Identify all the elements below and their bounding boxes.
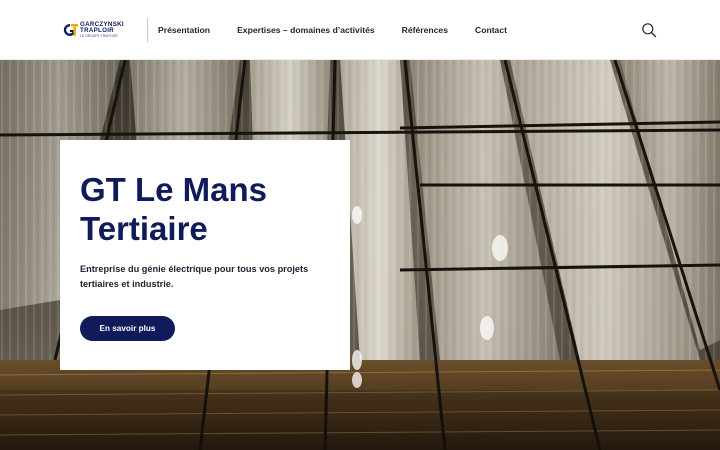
nav-item-presentation[interactable]: Présentation [158,25,210,35]
nav-item-contact[interactable]: Contact [475,25,507,35]
logo-text: GARCZYNSKI TRAPLOIR LE GROUPE TRAPLOIR [80,21,124,39]
search-icon[interactable] [641,22,657,38]
learn-more-button[interactable]: En savoir plus [80,316,175,341]
header-divider [147,18,148,42]
gt-logo-icon [63,23,78,36]
hero-description: Entreprise du génie électrique pour tous… [80,264,309,289]
hero-card: GT Le Mans Tertiaire Entreprise du génie… [60,140,350,370]
site-logo[interactable]: GARCZYNSKI TRAPLOIR LE GROUPE TRAPLOIR [62,20,134,40]
main-nav: Présentation Expertises – domaines d’act… [158,0,507,60]
logo-tagline: LE GROUPE TRAPLOIR [80,34,118,38]
site-header: GARCZYNSKI TRAPLOIR LE GROUPE TRAPLOIR P… [0,0,720,60]
nav-item-expertises[interactable]: Expertises – domaines d’activités [237,25,375,35]
hero-title: GT Le Mans Tertiaire [80,171,268,247]
hero-section: GT Le Mans Tertiaire Entreprise du génie… [0,60,720,450]
nav-item-references[interactable]: Références [402,25,448,35]
